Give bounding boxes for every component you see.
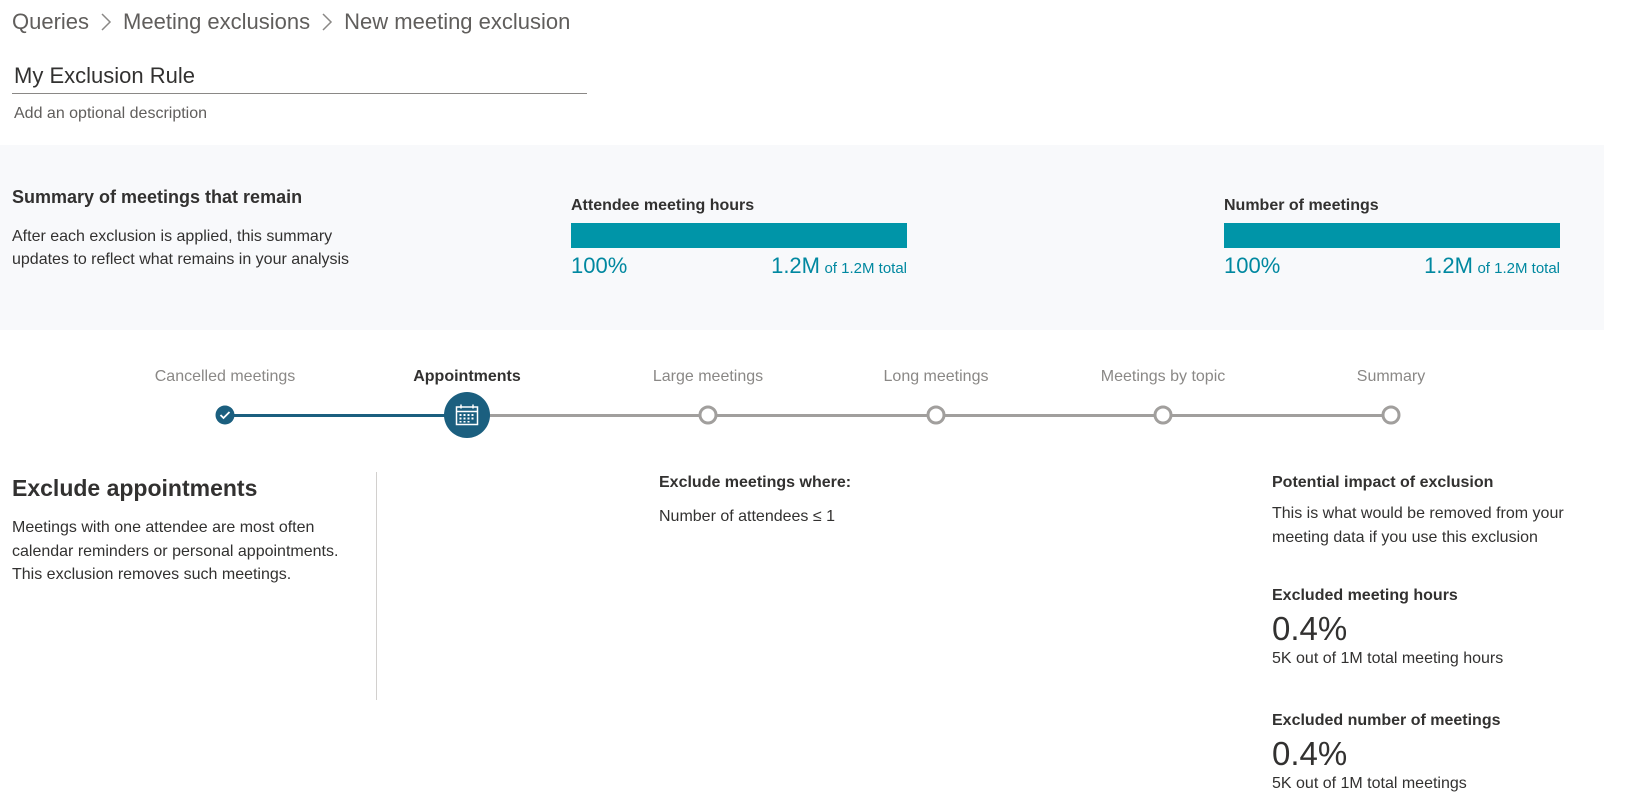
step-label-cancelled-meetings[interactable]: Cancelled meetings — [155, 368, 296, 386]
summary-description: After each exclusion is applied, this su… — [12, 228, 350, 268]
impact-hours-title: Excluded meeting hours — [1272, 587, 1458, 604]
calendar-icon — [455, 404, 479, 426]
metric-progress-bar — [1224, 223, 1560, 248]
impact-title: Potential impact of exclusion — [1272, 474, 1494, 491]
impact-excluded-hours: Excluded meeting hours 0.4% 5K out of 1M… — [1272, 587, 1592, 668]
step-node-cancelled-meetings[interactable] — [215, 405, 235, 425]
vertical-divider — [376, 472, 377, 700]
impact-excluded-meetings: Excluded number of meetings 0.4% 5K out … — [1272, 712, 1592, 793]
metric-total: of 1.2M total — [1477, 260, 1560, 277]
metric-percent: 100% — [571, 253, 628, 278]
metric-value: 1.2M — [771, 253, 820, 278]
impact-meetings-value: 0.4% — [1272, 735, 1348, 772]
breadcrumb-meeting-exclusions[interactable]: Meeting exclusions — [123, 9, 310, 35]
exclusion-title: Exclude appointments — [12, 475, 258, 501]
breadcrumb-queries[interactable]: Queries — [12, 9, 89, 35]
breadcrumb-current-page: New meeting exclusion — [344, 9, 571, 34]
impact-hours-detail: 5K out of 1M total meeting hours — [1272, 650, 1504, 667]
breadcrumb: Queries Meeting exclusions New meeting e… — [12, 6, 570, 38]
condition-title: Exclude meetings where: — [659, 474, 852, 491]
summary-panel: Summary of meetings that remain After ea… — [0, 145, 1604, 330]
rule-description-input[interactable] — [12, 102, 587, 126]
metric-progress-fill — [571, 223, 907, 248]
metric-value: 1.2M — [1424, 253, 1473, 278]
step-node-large-meetings[interactable] — [698, 405, 718, 425]
impact-description: This is what would be removed from your … — [1272, 505, 1564, 546]
metric-title: Attendee meeting hours — [571, 197, 755, 214]
stepper-line-done — [225, 414, 467, 417]
exclusion-description: Meetings with one attendee are most ofte… — [12, 519, 339, 583]
impact-meetings-detail: 5K out of 1M total meetings — [1272, 775, 1467, 792]
step-label-appointments[interactable]: Appointments — [413, 368, 521, 386]
metric-number-of-meetings: Number of meetings 100% 1.2M of 1.2M tot… — [1224, 197, 1560, 279]
step-label-summary[interactable]: Summary — [1357, 368, 1425, 386]
step-label-long-meetings[interactable]: Long meetings — [884, 368, 989, 386]
condition-value: Number of attendees ≤ 1 — [659, 508, 835, 525]
metric-attendee-meeting-hours: Attendee meeting hours 100% 1.2M of 1.2M… — [571, 197, 907, 279]
impact-panel: Potential impact of exclusion This is wh… — [1272, 474, 1592, 792]
step-node-meetings-by-topic[interactable] — [1153, 405, 1173, 425]
metric-percent: 100% — [1224, 253, 1281, 278]
metric-progress-fill — [1224, 223, 1560, 248]
step-node-summary[interactable] — [1381, 405, 1401, 425]
step-node-long-meetings[interactable] — [926, 405, 946, 425]
chevron-right-icon — [314, 10, 340, 34]
step-label-meetings-by-topic[interactable]: Meetings by topic — [1101, 368, 1226, 386]
chevron-right-icon — [93, 10, 119, 34]
impact-meetings-title: Excluded number of meetings — [1272, 712, 1501, 729]
exclusion-stepper: Cancelled meetings Appointments Large me… — [0, 360, 1604, 450]
metric-progress-bar — [571, 223, 907, 248]
step-node-appointments[interactable] — [444, 392, 490, 438]
summary-title: Summary of meetings that remain — [12, 187, 303, 207]
check-icon — [219, 411, 231, 420]
metric-total: of 1.2M total — [824, 260, 907, 277]
metric-title: Number of meetings — [1224, 197, 1379, 214]
step-label-large-meetings[interactable]: Large meetings — [653, 368, 763, 386]
rule-name-input[interactable] — [12, 59, 587, 94]
impact-hours-value: 0.4% — [1272, 610, 1348, 647]
